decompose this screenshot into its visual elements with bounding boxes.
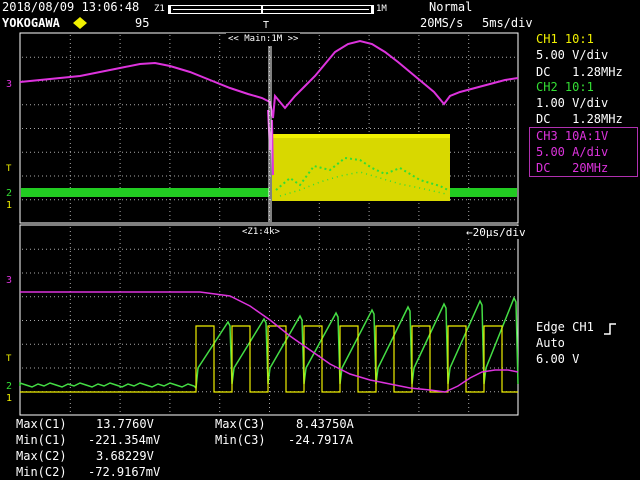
- ch1-scale: 5.00 V/div: [536, 48, 609, 62]
- svg-text:3: 3: [6, 79, 12, 90]
- svg-text:2: 2: [6, 381, 12, 392]
- meas-value: 13.7760V: [96, 417, 154, 431]
- svg-text:T: T: [6, 164, 12, 174]
- meas-label: Min(C1): [16, 433, 67, 447]
- meas-label: Max(C3): [215, 417, 266, 431]
- ch2-main-band-left: [21, 188, 269, 197]
- meas-value: -72.9167mV: [88, 465, 161, 479]
- ch1-title: CH1 10:1: [536, 32, 594, 46]
- ch2-scale: 1.00 V/div: [536, 96, 609, 110]
- svg-text:1: 1: [6, 393, 12, 404]
- meas-value: 3.68229V: [96, 449, 154, 463]
- svg-text:T: T: [6, 354, 12, 364]
- meas-value: -221.354mV: [88, 433, 161, 447]
- svg-text:1: 1: [6, 200, 12, 211]
- ch1-main-block-top: [272, 134, 450, 138]
- zoom-window-label: <Z1:4k>: [240, 226, 282, 239]
- main-window-label: << Main:1M >>: [226, 33, 301, 46]
- zoom-timebase[interactable]: ←20μs/div: [466, 226, 526, 239]
- svg-text:2: 2: [6, 188, 12, 199]
- meas-label: Max(C1): [16, 417, 67, 431]
- ch3-coupling: DC 20MHz: [536, 161, 609, 175]
- meas-label: Min(C3): [215, 433, 266, 447]
- meas-label: Min(C2): [16, 465, 67, 479]
- ch3-settings[interactable]: CH3 10A:1V 5.00 A/div DC 20MHz: [529, 127, 638, 177]
- trigger-mode-label: Auto: [536, 336, 565, 350]
- level-markers: 3 T 2 1 3 T 2 1: [6, 79, 12, 404]
- ch2-title: CH2 10:1: [536, 80, 594, 94]
- trigger-level: 6.00 V: [536, 352, 580, 366]
- ch3-scale: 5.00 A/div: [536, 145, 609, 159]
- ch2-main-band-right: [450, 188, 517, 197]
- svg-text:3: 3: [6, 275, 12, 286]
- meas-value: 8.43750A: [296, 417, 354, 431]
- meas-value: -24.7917A: [288, 433, 354, 447]
- ch2-coupling: DC 1.28MHz: [536, 112, 623, 126]
- rising-edge-icon: [604, 323, 616, 335]
- meas-label: Max(C2): [16, 449, 67, 463]
- trigger-position-icon: T: [263, 20, 269, 31]
- ch1-coupling: DC 1.28MHz: [536, 65, 623, 79]
- ch1-main-block: [272, 134, 450, 201]
- trigger-type: Edge CH1: [536, 320, 594, 334]
- ch3-title: CH3 10A:1V: [536, 129, 609, 143]
